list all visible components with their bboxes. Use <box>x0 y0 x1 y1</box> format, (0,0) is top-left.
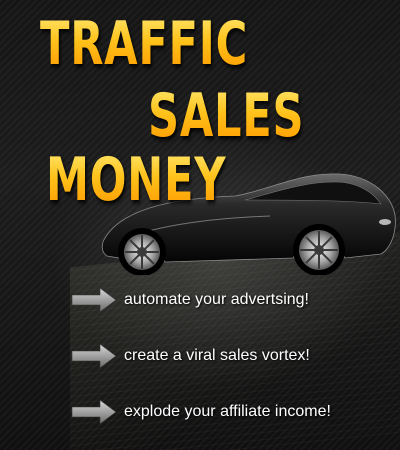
list-item: create a viral sales vortex! <box>70 336 400 376</box>
feature-text: explode your affiliate income! <box>124 403 331 420</box>
right-arrow-icon <box>71 287 117 313</box>
list-item: explode your affiliate income! <box>70 392 400 432</box>
right-arrow-icon <box>71 343 117 369</box>
list-item: automate your advertsing! <box>70 280 400 320</box>
promo-banner: TRAFFIC SALES MONEY automate your advert… <box>0 0 400 450</box>
headline-sales: SALES <box>148 81 305 151</box>
headline-money: MONEY <box>46 145 227 215</box>
headline-traffic: TRAFFIC <box>40 9 249 79</box>
right-arrow-icon <box>71 399 117 425</box>
feature-text: create a viral sales vortex! <box>124 347 310 364</box>
feature-text: automate your advertsing! <box>124 291 309 308</box>
